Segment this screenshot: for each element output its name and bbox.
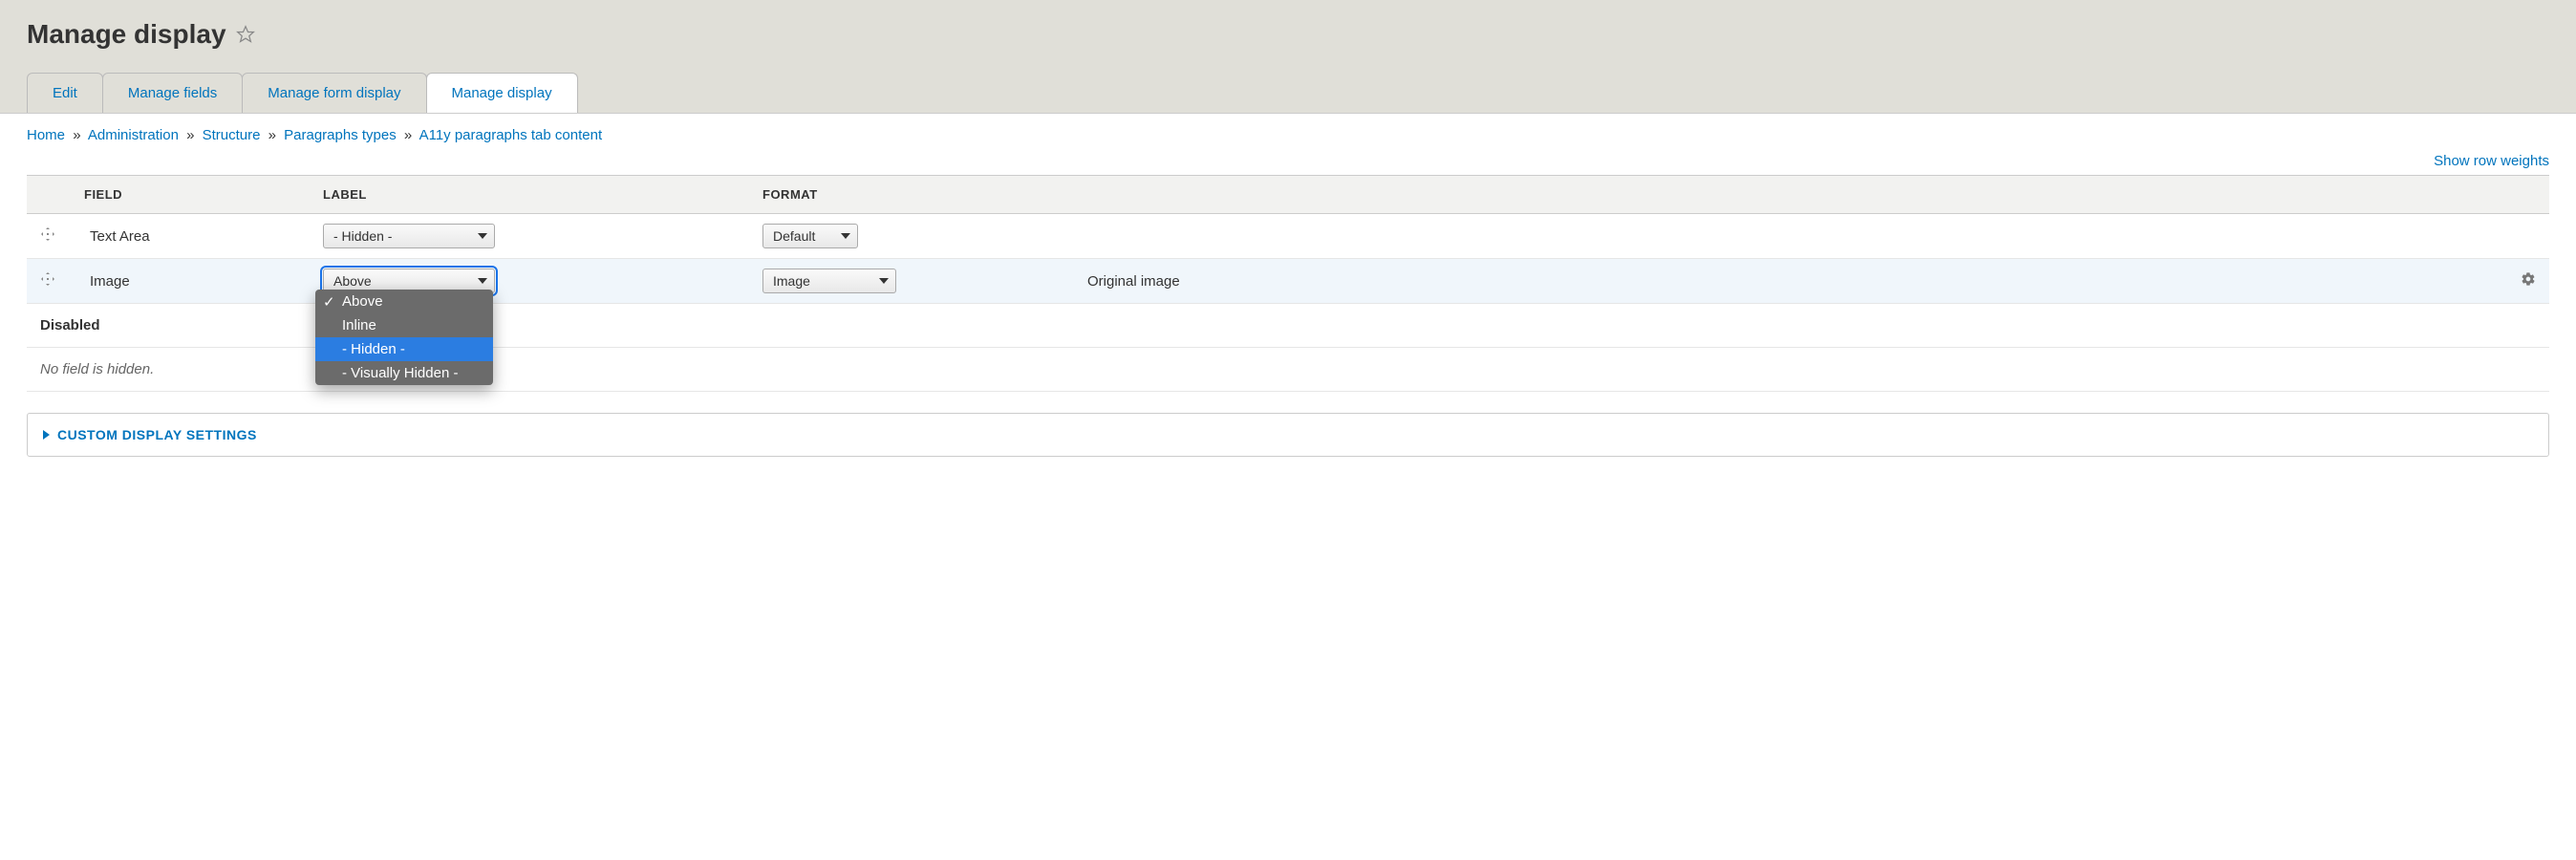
dropdown-option-above[interactable]: Above xyxy=(315,290,493,313)
column-header-settings xyxy=(2492,176,2549,214)
label-dropdown-menu: Above Inline - Hidden - - Visually Hidde… xyxy=(315,290,493,385)
details-summary-label: Custom display settings xyxy=(57,427,257,442)
breadcrumb-administration[interactable]: Administration xyxy=(88,127,179,143)
column-header-drag xyxy=(27,176,71,214)
breadcrumb: Home » Administration » Structure » Para… xyxy=(27,127,2549,143)
dropdown-option-hidden[interactable]: - Hidden - xyxy=(315,337,493,361)
column-header-summary xyxy=(1074,176,2492,214)
triangle-right-icon xyxy=(43,430,50,440)
breadcrumb-current[interactable]: A11y paragraphs tab content xyxy=(419,127,603,143)
drag-handle-icon[interactable] xyxy=(40,226,57,246)
breadcrumb-separator: » xyxy=(404,127,412,143)
show-row-weights-link[interactable]: Show row weights xyxy=(2434,153,2549,169)
format-select[interactable]: Default xyxy=(762,224,858,248)
breadcrumb-home[interactable]: Home xyxy=(27,127,65,143)
table-row: Text Area - Hidden - Default xyxy=(27,214,2549,259)
format-select[interactable]: Image xyxy=(762,269,896,293)
dropdown-option-inline[interactable]: Inline xyxy=(315,313,493,337)
breadcrumb-separator: » xyxy=(268,127,276,143)
gear-icon[interactable] xyxy=(2521,274,2536,290)
field-name-label: Image xyxy=(90,273,130,290)
column-header-field: Field xyxy=(71,176,310,214)
breadcrumb-separator: » xyxy=(186,127,194,143)
display-fields-table: Field Label Format Text Area - Hid xyxy=(27,175,2549,392)
label-select[interactable]: - Hidden - xyxy=(323,224,495,248)
page-title: Manage display xyxy=(27,19,2549,50)
field-name-label: Text Area xyxy=(90,228,150,245)
tab-manage-fields[interactable]: Manage fields xyxy=(102,73,243,113)
drag-handle-icon[interactable] xyxy=(40,271,57,290)
tab-manage-display[interactable]: Manage display xyxy=(426,73,578,113)
breadcrumb-separator: » xyxy=(73,127,80,143)
primary-tabs: Edit Manage fields Manage form display M… xyxy=(27,73,2549,113)
column-header-format: Format xyxy=(749,176,1074,214)
custom-display-settings-details[interactable]: Custom display settings xyxy=(27,413,2549,457)
tab-edit[interactable]: Edit xyxy=(27,73,103,113)
format-summary: Original image xyxy=(1087,273,1180,290)
breadcrumb-structure[interactable]: Structure xyxy=(203,127,261,143)
star-icon[interactable] xyxy=(236,25,255,44)
page-title-text: Manage display xyxy=(27,19,226,50)
tab-manage-form-display[interactable]: Manage form display xyxy=(242,73,426,113)
dropdown-option-visually-hidden[interactable]: - Visually Hidden - xyxy=(315,361,493,385)
column-header-label: Label xyxy=(310,176,749,214)
breadcrumb-paragraphs-types[interactable]: Paragraphs types xyxy=(284,127,397,143)
table-row: Image Above Above Inline - Hidden - - Vi… xyxy=(27,259,2549,304)
